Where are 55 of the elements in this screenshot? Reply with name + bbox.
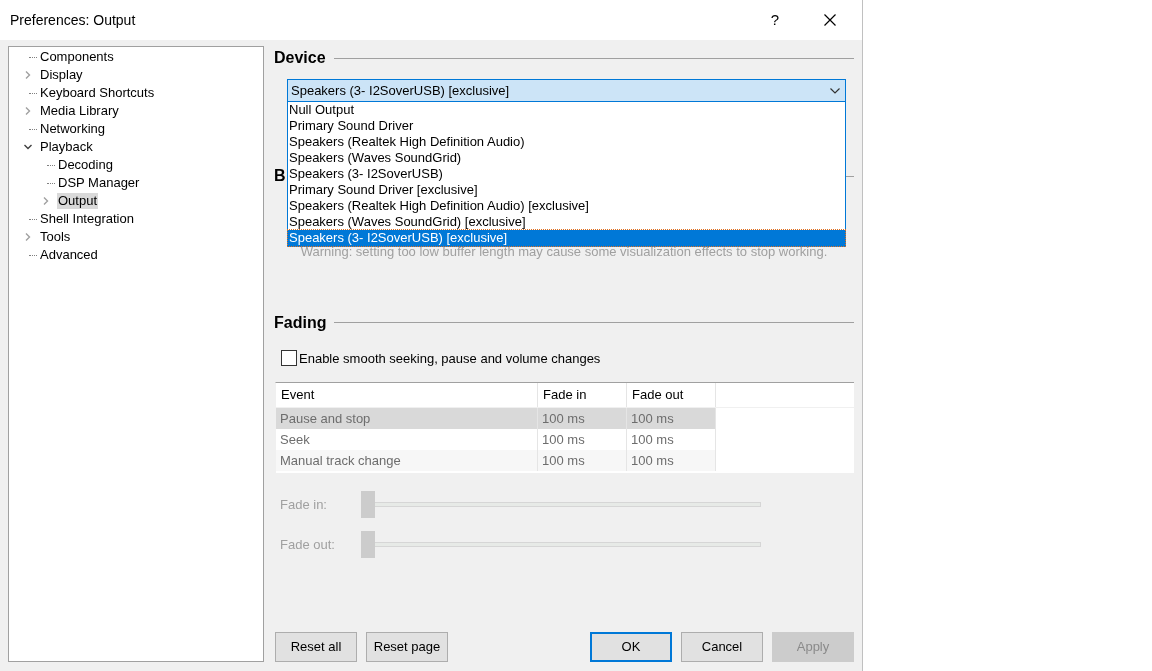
slider-label: Fade in: [279,495,328,514]
table-cell: Manual track change [276,450,538,471]
tree-item[interactable]: Decoding [57,157,114,173]
tree-item[interactable]: Playback [39,139,94,155]
dialog-button[interactable]: Reset page [366,632,448,662]
checkbox[interactable] [281,350,297,367]
table-row[interactable]: Pause and stop 100 ms 100 ms [276,408,716,429]
close-icon [824,14,836,26]
section-heading: Fading [274,312,327,333]
tree-item[interactable]: Media Library [39,103,120,119]
column-header[interactable]: Event [276,383,538,407]
tree-item[interactable]: Shell Integration [39,211,135,227]
help-button[interactable]: ? [752,0,798,40]
tree-item[interactable]: Networking [39,121,107,137]
chevron-right-icon[interactable] [42,197,50,205]
table-row[interactable]: Manual track change 100 ms 100 ms [276,450,716,471]
chevron-down-icon[interactable] [24,143,32,151]
dialog-button[interactable]: Cancel [681,632,763,662]
chevron-right-icon[interactable] [24,107,32,115]
tree-item[interactable]: DSP Manager [57,175,141,191]
tree-item[interactable]: Advanced [39,247,99,263]
tree-item[interactable]: Tools [39,229,72,245]
tree-item[interactable]: Components [39,49,115,65]
dropdown-option[interactable]: Speakers (Waves SoundGrid) [288,150,845,166]
dropdown-option[interactable]: Primary Sound Driver [exclusive] [288,182,845,198]
slider-track[interactable] [361,491,761,518]
table-cell: 100 ms [627,450,716,471]
checkbox-label: Enable smooth seeking, pause and volume changes [299,349,601,368]
device-dropdown[interactable]: Speakers (3- I2SoverUSB) [exclusive] [287,79,846,102]
section-heading: Device [274,48,326,68]
tree-item[interactable]: Display [39,67,84,83]
tree-item[interactable]: Output [57,193,99,209]
slider-thumb[interactable] [361,491,375,518]
dropdown-option[interactable]: Speakers (3- I2SoverUSB) [exclusive] [288,230,845,246]
dropdown-option[interactable]: Speakers (Realtek High Definition Audio) [288,134,845,150]
slider-thumb[interactable] [361,531,375,558]
chevron-down-icon [830,87,840,94]
slider-label: Fade out: [279,535,336,554]
chevron-right-icon[interactable] [24,71,32,79]
tree-item[interactable]: Keyboard Shortcuts [39,85,156,101]
window-title: Preferences: Output [10,10,137,30]
dialog-button[interactable]: OK [590,632,672,662]
warning-text: Warning: setting too low buffer length may cause some visualization effects to stop working. [300,244,828,259]
table-cell: 100 ms [538,450,627,471]
dropdown-option[interactable]: Speakers (Waves SoundGrid) [exclusive] [288,214,845,230]
dialog-button[interactable]: Reset all [275,632,357,662]
column-header[interactable]: Fade out [627,383,716,407]
dropdown-option[interactable]: Null Output [288,102,845,118]
dropdown-option[interactable]: Primary Sound Driver [288,118,845,134]
dropdown-option[interactable]: Speakers (3- I2SoverUSB) [288,166,845,182]
slider-track[interactable] [361,531,761,558]
dropdown-option[interactable]: Speakers (Realtek High Definition Audio) [exclusive] [288,198,845,214]
column-header[interactable]: Fade in [538,383,627,407]
section-heading: B [274,166,286,186]
chevron-right-icon[interactable] [24,233,32,241]
